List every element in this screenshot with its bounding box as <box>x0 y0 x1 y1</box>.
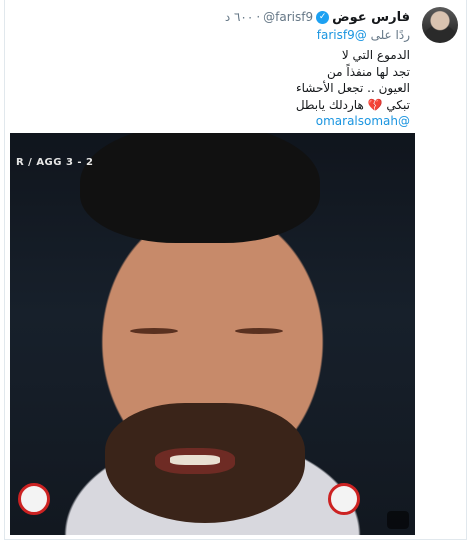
crest-right-icon <box>328 483 360 515</box>
broken-heart-icon: 💔 <box>367 97 383 112</box>
photo-tag-icon[interactable] <box>387 511 409 529</box>
tweet-line-4: تبكي 💔 هاردلك يابطل <box>296 97 410 114</box>
tweet-line-4-text: تبكي <box>386 97 410 112</box>
tweet-line-2: تجد لها منفذاً من <box>327 64 410 79</box>
author-name[interactable]: فارس عوض <box>332 10 410 25</box>
verified-icon: ✓ <box>316 10 330 24</box>
tweet-card[interactable]: فارس عوض ✓ @farisf9 · ٦٠٠ د ردًا على @fa… <box>4 0 467 540</box>
score-overlay: R / AGG 3 - 2 <box>16 157 94 168</box>
tweet-line-1: الدموع التي لا <box>341 48 410 62</box>
tweet-line-5-text: هاردلك يابطل <box>295 97 364 112</box>
photo-hair <box>80 133 320 243</box>
photo-eye-left <box>130 328 178 334</box>
tweet-line-3: العيون .. تجعل الأحشاء <box>295 81 410 95</box>
tweet-text: الدموع التي لا تجد لها منفذاً من العيون … <box>296 47 410 130</box>
photo-teeth <box>170 455 220 465</box>
reply-to-link[interactable]: @farisf9 <box>317 28 367 42</box>
separator-dot: · <box>256 10 261 24</box>
reply-prefix: ردًا على <box>370 28 410 42</box>
tweet-header: فارس عوض ✓ @farisf9 · ٦٠٠ د <box>225 8 410 26</box>
tweet-photo[interactable]: R / AGG 3 - 2 <box>10 133 415 535</box>
tweet-timestamp[interactable]: ٦٠٠ د <box>225 10 254 24</box>
mention-link[interactable]: @omaralsomah <box>296 113 410 130</box>
author-handle[interactable]: @farisf9 <box>263 10 313 24</box>
crest-left-icon <box>18 483 50 515</box>
avatar[interactable] <box>422 7 458 43</box>
photo-eye-right <box>235 328 283 334</box>
reply-context: ردًا على @farisf9 <box>317 28 410 42</box>
